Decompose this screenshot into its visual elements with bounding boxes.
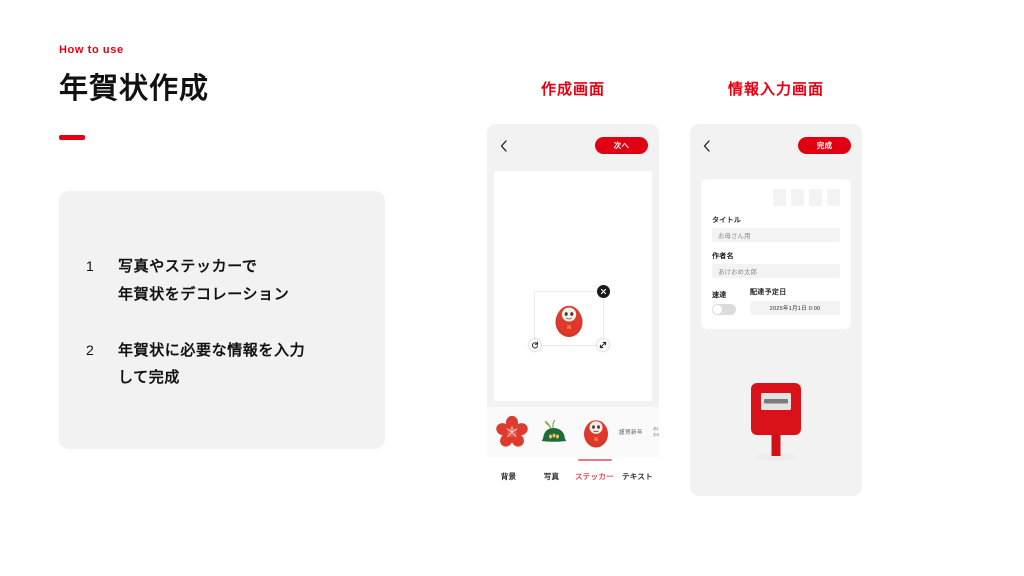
chevron-left-icon[interactable] bbox=[499, 140, 509, 152]
title-input[interactable]: お母さん用 bbox=[712, 228, 840, 242]
daruma-sticker[interactable]: 福 bbox=[552, 300, 586, 338]
text-sticker-kingashinnen[interactable]: 謹賀新年 bbox=[619, 428, 643, 436]
thumbnail-row bbox=[712, 189, 840, 206]
app-topbar-info: 完成 bbox=[690, 124, 862, 170]
plum-blossom-sticker[interactable] bbox=[493, 413, 531, 451]
active-tab-indicator bbox=[577, 459, 612, 461]
toggle-knob bbox=[713, 305, 722, 314]
mailbox-illustration bbox=[690, 379, 862, 463]
thumbnail-placeholder[interactable] bbox=[827, 189, 840, 206]
tab-text[interactable]: テキスト bbox=[616, 471, 659, 482]
phone-frame-info: 完成 タイトル お母さん用 作者名 あけおめ太郎 速達 配達予定日 2025年1… bbox=[690, 124, 862, 496]
delivery-date-value[interactable]: 2025年1月1日 0:00 bbox=[750, 301, 840, 315]
bottom-tabbar[interactable]: 背景 写真 ステッカー テキスト bbox=[487, 457, 659, 496]
phone-caption-info: 情報入力画面 bbox=[727, 81, 824, 98]
postcard-canvas[interactable]: 福 bbox=[494, 171, 652, 401]
express-label: 速達 bbox=[712, 292, 727, 299]
express-toggle-group: 速達 bbox=[712, 290, 736, 315]
done-button[interactable]: 完成 bbox=[798, 137, 851, 154]
text-sticker-line: あけ bbox=[653, 426, 659, 432]
phone-frame-create: 次へ 福 福 謹賀新年 あ お 背景 写真 ステッカー テキスト bbox=[487, 124, 659, 496]
steps-card: 1 写真やステッカーで 年賀状をデコレーション 2 年賀状に必要な情報を入力 し… bbox=[59, 191, 385, 449]
author-field-label: 作者名 bbox=[712, 253, 734, 260]
next-button[interactable]: 次へ bbox=[595, 137, 648, 154]
thumbnail-placeholder[interactable] bbox=[791, 189, 804, 206]
express-toggle[interactable] bbox=[712, 304, 736, 315]
delivery-date-label: 配達予定日 bbox=[750, 289, 787, 296]
step-text-line: 年賀状をデコレーション bbox=[118, 285, 290, 303]
tab-background[interactable]: 背景 bbox=[487, 471, 530, 482]
step-text-line: して完成 bbox=[118, 369, 180, 387]
step-number: 2 bbox=[86, 341, 94, 358]
sticker-tray[interactable]: 福 謹賀新年 あけ おめ bbox=[487, 407, 659, 457]
express-delivery-row: 速達 配達予定日 2025年1月1日 0:00 bbox=[712, 287, 840, 315]
mailbox-icon bbox=[751, 383, 801, 461]
thumbnail-placeholder[interactable] bbox=[773, 189, 786, 206]
page-title: 年賀状作成 bbox=[59, 73, 210, 106]
step-text: 写真やステッカーで 年賀状をデコレーション bbox=[118, 253, 289, 309]
thumbnail-placeholder[interactable] bbox=[809, 189, 822, 206]
phone-mockup-create: 作成画面 次へ 福 福 謹賀新年 あ お 背景 写真 ステッカー テキスト bbox=[487, 78, 659, 496]
selected-sticker-bounding-box[interactable]: 福 bbox=[529, 285, 610, 351]
list-item: 1 写真やステッカーで 年賀状をデコレーション bbox=[86, 253, 369, 309]
title-field-label: タイトル bbox=[712, 217, 742, 224]
phone-caption-create: 作成画面 bbox=[540, 81, 605, 98]
eyebrow-label: How to use bbox=[59, 44, 124, 56]
list-item: 2 年賀状に必要な情報を入力 して完成 bbox=[86, 337, 369, 393]
step-text-line: 年賀状に必要な情報を入力 bbox=[118, 341, 306, 359]
step-number: 1 bbox=[86, 258, 94, 274]
svg-text:福: 福 bbox=[594, 436, 598, 442]
steps-list: 1 写真やステッカーで 年賀状をデコレーション 2 年賀状に必要な情報を入力 し… bbox=[86, 253, 369, 392]
resize-icon[interactable] bbox=[597, 339, 609, 351]
chevron-left-icon[interactable] bbox=[702, 140, 712, 152]
intro-block: How to use 年賀状作成 bbox=[59, 44, 429, 141]
text-sticker-line: おめ bbox=[653, 432, 659, 437]
author-input[interactable]: あけおめ太郎 bbox=[712, 264, 840, 278]
rotate-icon[interactable] bbox=[529, 339, 541, 351]
text-sticker-akeome[interactable]: あけ おめ bbox=[653, 426, 659, 437]
tab-sticker-label: ステッカー bbox=[575, 472, 614, 481]
info-form-card: タイトル お母さん用 作者名 あけおめ太郎 速達 配達予定日 2025年1月1日… bbox=[701, 179, 851, 329]
title-underline-dash bbox=[59, 135, 85, 141]
tab-photo[interactable]: 写真 bbox=[530, 471, 573, 482]
tab-sticker[interactable]: ステッカー bbox=[573, 459, 616, 482]
svg-text:福: 福 bbox=[567, 323, 571, 330]
app-topbar-create: 次へ bbox=[487, 124, 659, 170]
step-text: 年賀状に必要な情報を入力 して完成 bbox=[118, 337, 305, 393]
phone-mockup-info: 情報入力画面 完成 タイトル お母さん用 作者名 あけおめ太郎 速達 配達予定日… bbox=[690, 78, 862, 496]
daruma-sticker[interactable]: 福 bbox=[577, 413, 615, 451]
delivery-date-group: 配達予定日 2025年1月1日 0:00 bbox=[750, 287, 840, 315]
step-text-line: 写真やステッカーで bbox=[118, 258, 258, 275]
close-icon[interactable] bbox=[597, 285, 610, 298]
pine-sticker[interactable] bbox=[535, 413, 573, 451]
